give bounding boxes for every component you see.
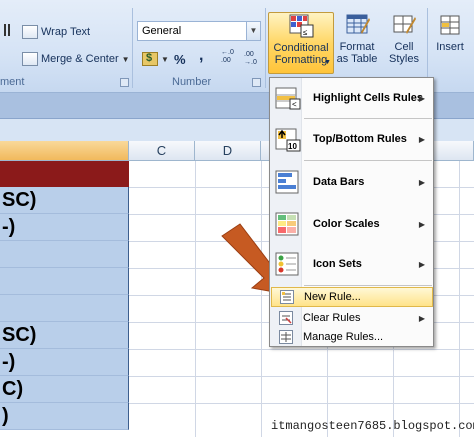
menu-item-highlight-cells-rules[interactable]: < Highlight Cells Rules ▶ <box>270 78 433 118</box>
clear-rules-icon <box>279 311 293 325</box>
color-scales-icon <box>274 210 302 238</box>
excel-window: Wrap Text Merge & Center ▼ ment General … <box>0 0 474 437</box>
decrease-decimal-button[interactable]: .00 →.0 <box>244 49 262 69</box>
menu-separator <box>304 160 432 161</box>
increase-decimal-button[interactable]: ←.0 .00 <box>221 49 239 69</box>
alignment-launcher-icon[interactable] <box>120 78 129 87</box>
cell-b5[interactable]: SC) <box>0 322 129 349</box>
wrap-text-button[interactable]: Wrap Text <box>22 22 90 42</box>
new-rule-icon <box>280 290 294 304</box>
manage-rules-icon <box>279 330 293 344</box>
column-header-c[interactable]: C <box>129 141 195 161</box>
number-group-label: Number <box>172 76 212 88</box>
number-launcher-icon[interactable] <box>252 78 261 87</box>
cell-b8[interactable]: ) <box>0 403 129 430</box>
percent-button[interactable]: % <box>174 49 186 69</box>
chevron-down-icon[interactable]: ▼ <box>246 22 260 40</box>
grid-line <box>459 161 460 437</box>
menu-item-label: Icon Sets <box>313 258 362 270</box>
grid-line <box>261 161 262 437</box>
menu-item-manage-rules[interactable]: Manage Rules... <box>271 327 433 347</box>
watermark-text: itmangosteen7685.blogspot.com <box>271 419 474 433</box>
column-header-b[interactable] <box>0 141 129 161</box>
submenu-arrow-icon: ▶ <box>418 259 425 269</box>
data-bars-icon <box>274 168 302 196</box>
menu-item-label: New Rule... <box>304 291 361 303</box>
grid-line <box>195 161 196 437</box>
svg-text:≤: ≤ <box>303 28 308 37</box>
menu-item-label: Data Bars <box>313 176 365 188</box>
group-separator <box>132 8 133 88</box>
submenu-arrow-icon: ▶ <box>418 134 425 144</box>
menu-item-top-bottom-rules[interactable]: 10 Top/Bottom Rules ▶ <box>270 119 433 159</box>
conditional-formatting-label-1: Conditional <box>273 42 329 54</box>
svg-text:<: < <box>292 100 297 109</box>
conditional-formatting-label-2: Formatting <box>274 54 328 66</box>
cell-b1[interactable]: SC) <box>0 187 129 214</box>
menu-item-color-scales[interactable]: Color Scales ▶ <box>270 204 433 244</box>
format-as-table-label-1: Format <box>339 41 375 53</box>
cell-styles-button[interactable]: Cell Styles <box>384 12 424 74</box>
format-as-table-label-2: as Table <box>336 53 378 65</box>
cell-b7[interactable]: C) <box>0 376 129 403</box>
insert-icon <box>436 12 464 38</box>
merge-center-button[interactable]: Merge & Center ▼ <box>22 49 130 69</box>
menu-item-data-bars[interactable]: Data Bars ▶ <box>270 162 433 202</box>
chevron-down-icon: ▼ <box>324 59 331 66</box>
cell-b-mid[interactable] <box>0 295 129 322</box>
menu-item-new-rule[interactable]: New Rule... <box>271 287 433 307</box>
number-format-select[interactable]: General ▼ <box>137 21 261 41</box>
wrap-text-label: Wrap Text <box>41 26 91 38</box>
submenu-arrow-icon: ▶ <box>418 219 425 229</box>
header-cell[interactable] <box>0 161 129 187</box>
highlight-cells-icon: < <box>274 84 302 112</box>
group-separator <box>265 8 266 88</box>
cell-b6[interactable]: -) <box>0 349 129 376</box>
percent-label: % <box>174 51 186 67</box>
insert-label: Insert <box>436 41 464 53</box>
cell-b2[interactable]: -) <box>0 214 129 241</box>
cell-styles-label-1: Cell <box>394 41 414 53</box>
menu-item-label: Clear Rules <box>303 312 361 324</box>
column-header-d[interactable]: D <box>195 141 261 161</box>
menu-item-label: Top/Bottom Rules <box>313 133 407 145</box>
currency-icon: $ <box>142 52 158 66</box>
menu-item-clear-rules[interactable]: Clear Rules ▶ <box>271 308 433 328</box>
wrap-text-icon <box>22 25 38 39</box>
comma-label: , <box>199 47 204 64</box>
chevron-down-icon: ▼ <box>121 54 130 64</box>
menu-separator <box>304 285 432 286</box>
insert-button[interactable]: Insert <box>430 12 470 74</box>
increase-decimal-label: ←.0 .00 <box>221 49 234 64</box>
menu-item-icon-sets[interactable]: Icon Sets ▶ <box>270 244 433 284</box>
submenu-arrow-icon: ▶ <box>418 93 425 103</box>
submenu-arrow-icon: ▶ <box>418 177 425 187</box>
alignment-group-label: ment <box>0 76 25 88</box>
top-bottom-icon: 10 <box>274 125 302 153</box>
conditional-formatting-icon: ≤ <box>287 13 315 39</box>
cell-styles-icon <box>390 12 418 38</box>
menu-item-label: Manage Rules... <box>303 331 384 343</box>
submenu-arrow-icon: ▶ <box>418 313 425 323</box>
svg-text:10: 10 <box>288 142 297 151</box>
merge-center-icon <box>22 52 38 66</box>
group-separator <box>427 8 428 88</box>
menu-item-label: Color Scales <box>313 218 380 230</box>
icon-sets-icon <box>274 250 302 278</box>
currency-button[interactable]: $ ▼ <box>142 49 169 69</box>
number-format-value: General <box>142 25 182 37</box>
merge-center-label: Merge & Center <box>41 53 119 65</box>
indent-icon[interactable] <box>4 22 12 38</box>
decrease-decimal-label: .00 →.0 <box>244 51 257 66</box>
chevron-down-icon: ▼ <box>161 54 169 64</box>
cell-b3[interactable] <box>0 241 129 268</box>
comma-button[interactable]: , <box>199 46 203 66</box>
menu-item-label: Highlight Cells Rules <box>313 92 424 104</box>
conditional-formatting-button[interactable]: ≤ Conditional Formatting ▼ <box>268 12 334 74</box>
conditional-formatting-menu: < Highlight Cells Rules ▶ 10 Top/Bottom … <box>269 77 434 347</box>
cell-styles-label-2: Styles <box>389 53 419 65</box>
cell-b4[interactable] <box>0 268 129 295</box>
format-as-table-icon <box>343 12 371 38</box>
format-as-table-button[interactable]: Format as Table <box>336 12 378 74</box>
